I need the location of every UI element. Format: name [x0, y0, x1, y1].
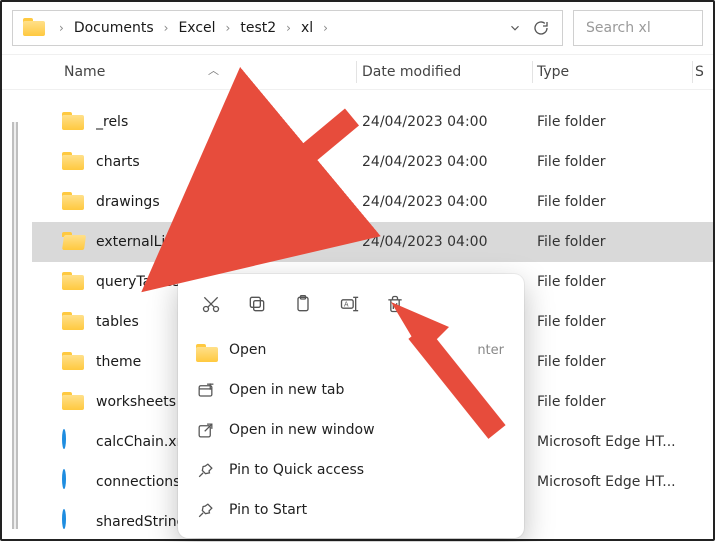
tree-gutter [12, 122, 18, 529]
edge-icon [62, 471, 84, 493]
file-type: File folder [537, 394, 713, 410]
file-name: externalLinks [96, 234, 362, 250]
column-header-date[interactable]: Date modified [362, 64, 537, 80]
chevron-right-icon: › [164, 21, 169, 35]
file-row[interactable]: charts24/04/2023 04:00File folder [32, 142, 713, 182]
menu-item-label: Pin to Quick access [229, 462, 364, 478]
search-box[interactable] [573, 10, 703, 46]
file-type: File folder [537, 114, 713, 130]
menu-item-pin-to-start[interactable]: Pin to Start [186, 490, 516, 530]
file-name: charts [96, 154, 362, 170]
menu-item-pin-to-quick-access[interactable]: Pin to Quick access [186, 450, 516, 490]
chevron-right-icon: › [286, 21, 291, 35]
paste-button[interactable] [282, 286, 324, 322]
file-type: Microsoft Edge HT... [537, 474, 713, 490]
folder-icon [62, 391, 84, 413]
rename-button[interactable]: A [328, 286, 370, 322]
edge-icon [62, 511, 84, 533]
file-type: Microsoft Edge HT... [537, 434, 713, 450]
menu-item-shortcut: nter [477, 343, 504, 358]
file-name: drawings [96, 194, 362, 210]
svg-text:A: A [344, 301, 349, 309]
folder-icon [62, 311, 84, 333]
breadcrumb-item[interactable]: test2 [238, 18, 278, 38]
column-headers: Name ︿ Date modified Type S [2, 54, 713, 90]
breadcrumb-item[interactable]: Documents [72, 18, 156, 38]
file-name: _rels [96, 114, 362, 130]
chevron-right-icon: › [226, 21, 231, 35]
chevron-right-icon: › [323, 21, 328, 35]
file-type: File folder [537, 154, 713, 170]
breadcrumb: › Documents › Excel › test2 › xl › [57, 18, 502, 38]
file-date: 24/04/2023 04:00 [362, 234, 537, 250]
pin-icon [196, 461, 215, 480]
refresh-button[interactable] [528, 15, 554, 41]
folder-icon [62, 231, 84, 253]
delete-button[interactable] [374, 286, 416, 322]
sort-indicator-icon: ︿ [208, 62, 219, 78]
newwin-icon [196, 421, 215, 440]
newtab-icon [196, 381, 215, 400]
location-folder-icon [23, 17, 45, 39]
menu-item-label: Open in new tab [229, 382, 344, 398]
chevron-right-icon: › [59, 21, 64, 35]
menu-item-open[interactable]: Open nter [186, 330, 516, 370]
menu-item-open-in-new-window[interactable]: Open in new window [186, 410, 516, 450]
file-date: 24/04/2023 04:00 [362, 114, 537, 130]
history-dropdown-button[interactable] [502, 15, 528, 41]
address-bar[interactable]: › Documents › Excel › test2 › xl › [12, 10, 563, 46]
file-row[interactable]: _rels24/04/2023 04:00File folder [32, 102, 713, 142]
context-menu: A Open nter Open in new tab Open in new win… [178, 274, 524, 538]
breadcrumb-item[interactable]: Excel [176, 18, 217, 38]
file-type: File folder [537, 194, 713, 210]
search-input[interactable] [584, 19, 692, 37]
folder-icon [62, 151, 84, 173]
file-type: File folder [537, 314, 713, 330]
context-menu-toolbar: A [186, 282, 516, 330]
edge-icon [62, 431, 84, 453]
folder-icon [62, 191, 84, 213]
menu-item-label: Open [229, 342, 266, 358]
folder-icon [196, 341, 215, 360]
file-date: 24/04/2023 04:00 [362, 194, 537, 210]
cut-button[interactable] [190, 286, 232, 322]
menu-item-open-in-new-tab[interactable]: Open in new tab [186, 370, 516, 410]
pin-icon [196, 501, 215, 520]
folder-icon [62, 111, 84, 133]
column-header-type[interactable]: Type [537, 64, 713, 80]
file-row[interactable]: drawings24/04/2023 04:00File folder [32, 182, 713, 222]
menu-item-label: Open in new window [229, 422, 375, 438]
column-header-name[interactable]: Name ︿ [64, 64, 362, 80]
column-header-size[interactable]: S [695, 64, 709, 80]
file-type: File folder [537, 274, 713, 290]
menu-item-label: Pin to Start [229, 502, 307, 518]
file-row[interactable]: externalLinks24/04/2023 04:00File folder [32, 222, 713, 262]
file-type: File folder [537, 354, 713, 370]
copy-button[interactable] [236, 286, 278, 322]
folder-icon [62, 351, 84, 373]
file-date: 24/04/2023 04:00 [362, 154, 537, 170]
folder-icon [62, 271, 84, 293]
breadcrumb-item[interactable]: xl [299, 18, 315, 38]
file-type: File folder [537, 234, 713, 250]
